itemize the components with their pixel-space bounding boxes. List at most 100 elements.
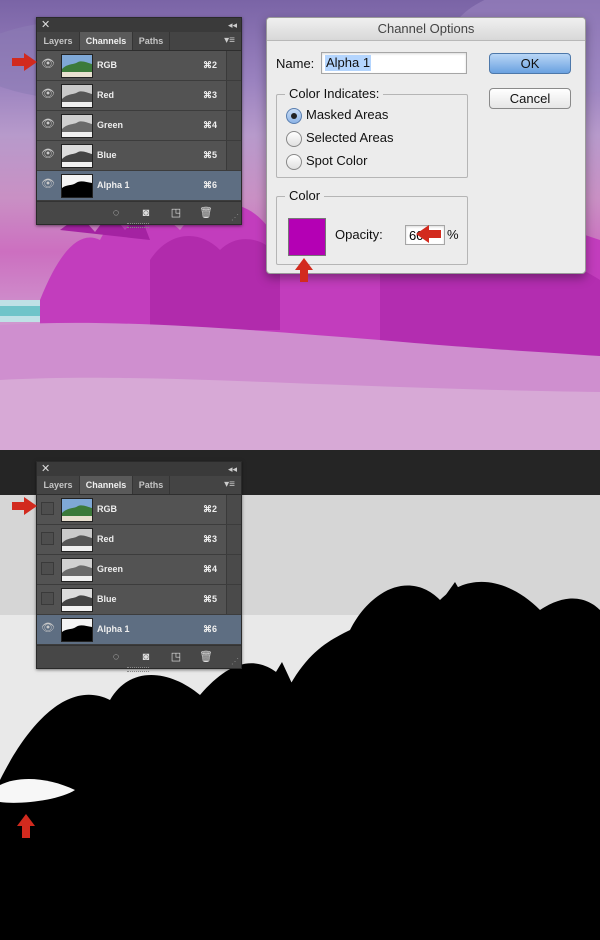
panel-header: ✕ ◂◂: [37, 18, 241, 32]
eye-icon[interactable]: 👁: [41, 88, 55, 101]
collapse-icon[interactable]: ◂◂: [228, 462, 237, 476]
panel-header: ✕ ◂◂: [37, 462, 241, 476]
channel-shortcut: ⌘3: [202, 90, 217, 100]
panel-footer: ◌ ◙ ◳ 🗑 ⋰: [37, 645, 241, 672]
eye-icon[interactable]: 👁: [41, 178, 55, 191]
eye-icon[interactable]: 👁: [41, 622, 55, 635]
alpha-channel-view: ✕ ◂◂ Layers Channels Paths ▾≡ RGB ⌘2 Red…: [0, 450, 600, 940]
channel-row-blue[interactable]: Blue ⌘5: [37, 585, 241, 615]
panel-drag-grip[interactable]: [127, 667, 149, 672]
channels-panel-bottom: ✕ ◂◂ Layers Channels Paths ▾≡ RGB ⌘2 Red…: [36, 461, 242, 672]
trash-icon[interactable]: 🗑: [199, 650, 213, 664]
channel-row-red[interactable]: Red ⌘3: [37, 525, 241, 555]
opacity-label: Opacity:: [335, 227, 383, 242]
channel-shortcut: ⌘4: [202, 120, 217, 130]
save-selection-icon[interactable]: ◙: [139, 206, 153, 220]
opacity-unit: %: [447, 227, 459, 242]
load-selection-icon[interactable]: ◌: [109, 206, 123, 220]
panel-menu-icon[interactable]: ▾≡: [224, 479, 235, 491]
visibility-toggle[interactable]: [41, 502, 54, 515]
resize-grip-icon[interactable]: ⋰: [231, 658, 239, 666]
channel-shortcut: ⌘3: [202, 534, 217, 544]
color-indicates-group: Color Indicates: Masked Areas Selected A…: [276, 86, 468, 178]
visibility-toggle[interactable]: [41, 562, 54, 575]
masked-areas-radio[interactable]: [286, 108, 302, 124]
channel-row-rgb[interactable]: RGB ⌘2: [37, 495, 241, 525]
channel-shortcut: ⌘6: [202, 624, 217, 634]
blue-thumbnail: [61, 144, 93, 168]
tab-channels[interactable]: Channels: [80, 32, 133, 50]
eye-icon[interactable]: 👁: [41, 58, 55, 71]
new-channel-icon[interactable]: ◳: [169, 206, 183, 220]
tab-paths[interactable]: Paths: [133, 476, 170, 494]
red-thumbnail: [61, 528, 93, 552]
tab-layers[interactable]: Layers: [37, 32, 80, 50]
channel-name: Alpha 1: [97, 624, 130, 634]
resize-grip-icon[interactable]: ⋰: [231, 214, 239, 222]
name-field-value: Alpha 1: [325, 55, 372, 71]
green-thumbnail: [61, 114, 93, 138]
eye-icon[interactable]: 👁: [41, 148, 55, 161]
channel-name: RGB: [97, 504, 117, 514]
eye-icon[interactable]: 👁: [41, 118, 55, 131]
panel-tabs: Layers Channels Paths ▾≡: [37, 32, 241, 51]
alpha-thumbnail: [61, 174, 93, 198]
red-thumbnail: [61, 84, 93, 108]
visibility-toggle[interactable]: [41, 532, 54, 545]
channel-name: Alpha 1: [97, 180, 130, 190]
name-field[interactable]: Alpha 1: [321, 52, 467, 74]
channel-shortcut: ⌘2: [202, 504, 217, 514]
color-label: Color: [285, 188, 325, 203]
channel-shortcut: ⌘6: [202, 180, 217, 190]
channel-name: Blue: [97, 150, 117, 160]
masked-areas-label[interactable]: Masked Areas: [306, 107, 388, 122]
rgb-thumbnail: [61, 54, 93, 78]
name-label: Name:: [276, 56, 315, 71]
channel-row-green[interactable]: Green ⌘4: [37, 555, 241, 585]
dialog-title: Channel Options: [267, 18, 585, 41]
channel-row-blue[interactable]: 👁 Blue ⌘5: [37, 141, 241, 171]
channel-row-red[interactable]: 👁 Red ⌘3: [37, 81, 241, 111]
channels-panel-top: ✕ ◂◂ Layers Channels Paths ▾≡ 👁 RGB ⌘2 👁…: [36, 17, 242, 228]
alpha-thumbnail: [61, 618, 93, 642]
spot-color-radio[interactable]: [286, 154, 302, 170]
channel-name: RGB: [97, 60, 117, 70]
panel-drag-grip[interactable]: [127, 223, 149, 228]
color-indicates-label: Color Indicates:: [285, 86, 384, 101]
channel-name: Red: [97, 534, 115, 544]
red-arrow-up-icon: [295, 258, 313, 282]
channel-row-green[interactable]: 👁 Green ⌘4: [37, 111, 241, 141]
red-arrow-up-icon: [17, 814, 35, 838]
channel-shortcut: ⌘5: [202, 150, 217, 160]
red-arrow-right-icon: [12, 53, 37, 71]
selected-areas-label[interactable]: Selected Areas: [306, 130, 393, 145]
cancel-button[interactable]: Cancel: [489, 88, 571, 109]
close-icon[interactable]: ✕: [41, 18, 50, 32]
tab-paths[interactable]: Paths: [133, 32, 170, 50]
visibility-toggle[interactable]: [41, 592, 54, 605]
spot-color-label[interactable]: Spot Color: [306, 153, 367, 168]
tab-layers[interactable]: Layers: [37, 476, 80, 494]
channel-row-alpha-1[interactable]: 👁 Alpha 1 ⌘6: [37, 615, 241, 645]
collapse-icon[interactable]: ◂◂: [228, 18, 237, 32]
ok-button[interactable]: OK: [489, 53, 571, 74]
channel-row-alpha-1[interactable]: 👁 Alpha 1 ⌘6: [37, 171, 241, 201]
channel-name: Red: [97, 90, 115, 100]
load-selection-icon[interactable]: ◌: [109, 650, 123, 664]
green-thumbnail: [61, 558, 93, 582]
channel-list: RGB ⌘2 Red ⌘3 Green ⌘4 Blue ⌘5 👁 Alpha 1…: [37, 495, 241, 645]
tab-channels[interactable]: Channels: [80, 476, 133, 494]
panel-menu-icon[interactable]: ▾≡: [224, 35, 235, 47]
save-selection-icon[interactable]: ◙: [139, 650, 153, 664]
channel-list: 👁 RGB ⌘2 👁 Red ⌘3 👁 Green ⌘4 👁 Blue ⌘5 👁…: [37, 51, 241, 201]
rgb-thumbnail: [61, 498, 93, 522]
close-icon[interactable]: ✕: [41, 462, 50, 476]
trash-icon[interactable]: 🗑: [199, 206, 213, 220]
masked-beach-image: ✕ ◂◂ Layers Channels Paths ▾≡ 👁 RGB ⌘2 👁…: [0, 0, 600, 450]
channel-name: Green: [97, 120, 124, 130]
selected-areas-radio[interactable]: [286, 131, 302, 147]
color-swatch[interactable]: [288, 218, 326, 256]
panel-tabs: Layers Channels Paths ▾≡: [37, 476, 241, 495]
channel-row-rgb[interactable]: 👁 RGB ⌘2: [37, 51, 241, 81]
new-channel-icon[interactable]: ◳: [169, 650, 183, 664]
